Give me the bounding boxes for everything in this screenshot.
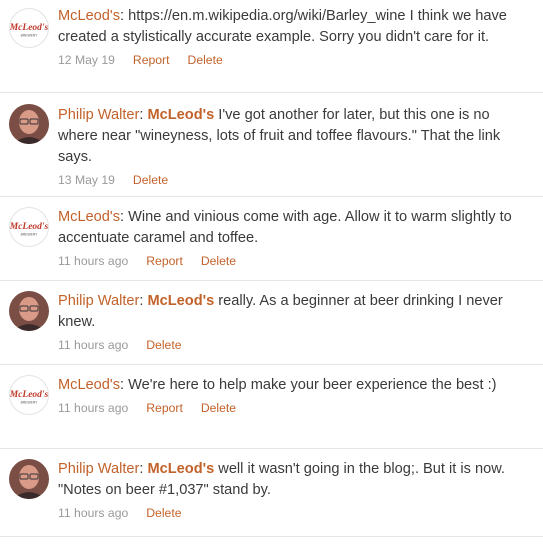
comment-item: Philip Walter: McLeod's really. As a beg… [0,281,543,365]
comment-item: Philip Walter: McLeod's well it wasn't g… [0,449,543,537]
comment-body: Philip Walter: McLeod's I've got another… [58,105,525,188]
comment-meta: 13 May 19 Delete [58,172,525,188]
comment-timestamp: 13 May 19 [58,173,115,187]
comment-mention[interactable]: McLeod's [147,461,214,477]
comment-timestamp: 11 hours ago [58,338,129,352]
comment-mention[interactable]: McLeod's [147,107,214,123]
delete-link[interactable]: Delete [146,505,181,521]
comment-author[interactable]: Philip Walter [58,293,139,309]
comment-item: McLeod's BREWERY McLeod's: We're here to… [0,365,543,449]
comment-author[interactable]: Philip Walter [58,107,139,123]
comment-meta: 11 hours ago Report Delete [58,400,525,416]
comment-meta: 11 hours ago Delete [58,337,525,353]
comment-message: https://en.m.wikipedia.org/wiki/Barley_w… [58,8,507,45]
comment-text: Philip Walter: McLeod's I've got another… [58,107,501,165]
mcleods-logo-avatar[interactable]: McLeod's BREWERY [9,375,49,415]
comment-timestamp: 11 hours ago [58,506,129,520]
user-photo-icon [9,459,49,499]
comment-body: McLeod's: https://en.m.wikipedia.org/wik… [58,6,525,68]
report-link[interactable]: Report [146,253,183,269]
mcleods-logo-icon: McLeod's BREWERY [10,390,48,405]
comment-timestamp: 11 hours ago [58,254,129,268]
user-photo-avatar[interactable] [9,291,49,331]
comment-message: We're here to help make your beer experi… [128,377,497,393]
mcleods-logo-avatar[interactable]: McLeod's BREWERY [9,207,49,247]
report-link[interactable]: Report [146,400,183,416]
comment-author[interactable]: McLeod's [58,209,120,225]
comment-body: Philip Walter: McLeod's well it wasn't g… [58,459,525,521]
delete-link[interactable]: Delete [188,52,223,68]
user-photo-avatar[interactable] [9,459,49,499]
report-link[interactable]: Report [133,52,170,68]
comment-body: McLeod's: Wine and vinious come with age… [58,207,525,269]
user-photo-icon [9,104,49,144]
comment-item: McLeod's BREWERY McLeod's: Wine and vini… [0,197,543,281]
comment-text: Philip Walter: McLeod's really. As a beg… [58,293,503,330]
comment-text: McLeod's: https://en.m.wikipedia.org/wik… [58,8,507,45]
comment-meta: 11 hours ago Delete [58,505,525,521]
user-photo-avatar[interactable] [9,104,49,144]
comment-author[interactable]: McLeod's [58,377,120,393]
comment-feed: McLeod's BREWERY McLeod's: https://en.m.… [0,0,543,537]
comment-text: McLeod's: We're here to help make your b… [58,377,497,393]
delete-link[interactable]: Delete [201,400,236,416]
comment-body: McLeod's: We're here to help make your b… [58,375,525,416]
user-photo-icon [9,291,49,331]
delete-link[interactable]: Delete [133,172,168,188]
svg-text:BREWERY: BREWERY [21,401,38,405]
comment-body: Philip Walter: McLeod's really. As a beg… [58,291,525,353]
comment-meta: 12 May 19 Report Delete [58,52,525,68]
comment-author[interactable]: Philip Walter [58,461,139,477]
delete-link[interactable]: Delete [146,337,181,353]
comment-timestamp: 12 May 19 [58,53,115,67]
comment-text: McLeod's: Wine and vinious come with age… [58,209,512,246]
svg-text:McLeod's: McLeod's [10,23,48,33]
comment-author[interactable]: McLeod's [58,8,120,24]
svg-text:BREWERY: BREWERY [21,233,38,237]
comment-mention[interactable]: McLeod's [147,293,214,309]
delete-link[interactable]: Delete [201,253,236,269]
comment-meta: 11 hours ago Report Delete [58,253,525,269]
svg-text:McLeod's: McLeod's [10,222,48,232]
comment-timestamp: 11 hours ago [58,401,129,415]
comment-item: McLeod's BREWERY McLeod's: https://en.m.… [0,0,543,93]
mcleods-logo-icon: McLeod's BREWERY [10,222,48,237]
comment-text: Philip Walter: McLeod's well it wasn't g… [58,461,505,498]
svg-text:BREWERY: BREWERY [21,34,38,38]
svg-text:McLeod's: McLeod's [10,390,48,400]
mcleods-logo-icon: McLeod's BREWERY [10,23,48,38]
comment-item: Philip Walter: McLeod's I've got another… [0,93,543,197]
comment-message: Wine and vinious come with age. Allow it… [58,209,512,246]
mcleods-logo-avatar[interactable]: McLeod's BREWERY [9,8,49,48]
